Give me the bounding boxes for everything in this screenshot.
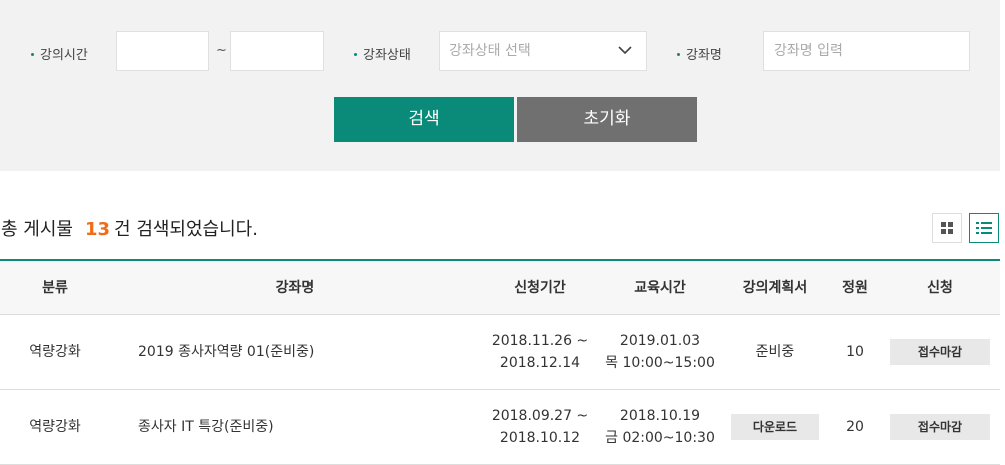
name-label: 강좌명 [677, 44, 722, 63]
period-cell: 2018.11.26 ~2018.12.14 [491, 332, 589, 371]
search-button[interactable]: 검색 [334, 97, 514, 142]
course-title-link[interactable]: 2019 종사자역량 01(준비중) [110, 314, 480, 389]
col-capacity: 정원 [830, 260, 880, 315]
plan-cell: 다운로드 [720, 389, 830, 464]
list-view-button[interactable] [969, 213, 999, 243]
range-separator: ~ [216, 43, 227, 58]
apply-cell: 접수마감 [880, 389, 1000, 464]
status-select-value: 강좌상태 선택 [449, 43, 531, 59]
time-start-input[interactable] [116, 31, 209, 71]
apply-closed-badge: 접수마감 [890, 413, 990, 440]
period-cell: 2018.09.27 ~2018.10.12 [491, 407, 589, 446]
result-summary: 총 게시물 13 건 검색되었습니다. [1, 219, 258, 240]
grid-view-button[interactable] [932, 213, 962, 243]
edu-time-cell: 2019.01.03 목 10:00~15:00 [605, 332, 715, 371]
table-row: 역량강화 종사자 IT 특강(준비중) 2018.09.27 ~2018.10.… [0, 389, 1000, 464]
result-count: 13 [84, 219, 111, 240]
category-cell: 역량강화 [29, 418, 81, 435]
time-end-input[interactable] [230, 31, 324, 71]
table-header-row: 분류 강좌명 신청기간 교육시간 강의계획서 정원 신청 [0, 260, 1000, 315]
status-select[interactable]: 강좌상태 선택 [439, 31, 647, 71]
course-name-input[interactable]: 강좌명 입력 [763, 31, 970, 71]
capacity-cell: 10 [846, 343, 864, 360]
search-panel: 강의시간 ~ 강좌상태 강좌상태 선택 강좌명 강좌명 입력 검색 초기화 [0, 0, 1000, 171]
grid-icon [941, 222, 953, 234]
time-label: 강의시간 [31, 44, 88, 63]
reset-button[interactable]: 초기화 [517, 97, 697, 142]
capacity-cell: 20 [846, 418, 864, 435]
status-label: 강좌상태 [354, 44, 411, 63]
apply-closed-badge: 접수마감 [890, 338, 990, 365]
col-title: 강좌명 [110, 260, 480, 315]
chevron-down-icon [618, 46, 632, 55]
col-plan: 강의계획서 [720, 260, 830, 315]
apply-cell: 접수마감 [880, 314, 1000, 389]
edu-time-cell: 2018.10.19 금 02:00~10:30 [605, 407, 715, 446]
course-title-link[interactable]: 종사자 IT 특강(준비중) [110, 389, 480, 464]
col-period: 신청기간 [480, 260, 600, 315]
category-cell: 역량강화 [29, 343, 81, 360]
bullet-icon [354, 53, 357, 56]
plan-download-button[interactable]: 다운로드 [731, 413, 819, 440]
list-icon [976, 222, 992, 234]
table-row: 역량강화 2019 종사자역량 01(준비중) 2018.11.26 ~2018… [0, 314, 1000, 389]
bullet-icon [677, 53, 680, 56]
course-table: 분류 강좌명 신청기간 교육시간 강의계획서 정원 신청 역량강화 2019 종… [0, 259, 1000, 465]
plan-status: 준비중 [755, 343, 795, 360]
bullet-icon [31, 53, 34, 56]
col-category: 분류 [0, 260, 110, 315]
col-apply: 신청 [880, 260, 1000, 315]
col-edu-time: 교육시간 [600, 260, 720, 315]
